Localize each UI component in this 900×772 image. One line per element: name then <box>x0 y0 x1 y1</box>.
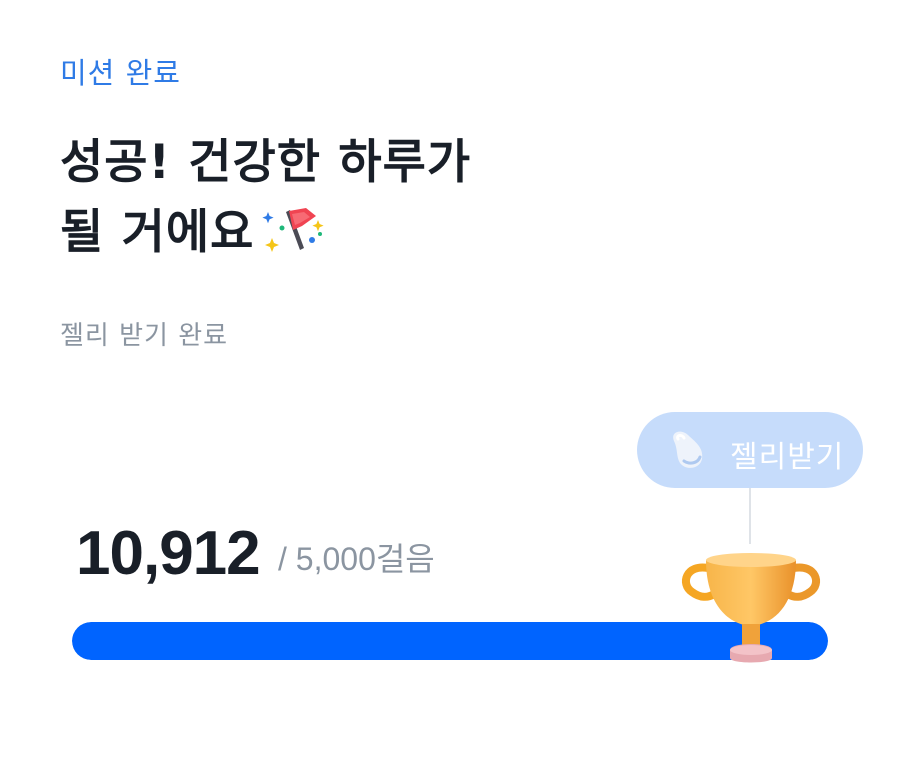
jelly-received-status: 젤리 받기 완료 <box>60 321 229 351</box>
party-popper-icon <box>262 208 324 252</box>
mission-complete-label: 미션 완료 <box>60 56 181 90</box>
title-line-1: 성공! 건강한 하루가 <box>60 135 472 190</box>
page-title: 성공! 건강한 하루가 될 거에요 <box>60 128 620 268</box>
title-line-2: 될 거에요 <box>60 198 620 268</box>
jelly-bean-icon <box>673 431 703 468</box>
trophy-icon <box>682 553 820 663</box>
step-count: 10,912 <box>76 519 261 588</box>
receive-jelly-button[interactable]: 젤리받기 <box>637 412 863 488</box>
receive-jelly-label: 젤리받기 <box>730 440 845 475</box>
step-goal: / 5,000걸음 <box>278 541 435 577</box>
title-line-2-text: 될 거에요 <box>60 205 255 260</box>
pill-connector-line <box>749 488 751 544</box>
